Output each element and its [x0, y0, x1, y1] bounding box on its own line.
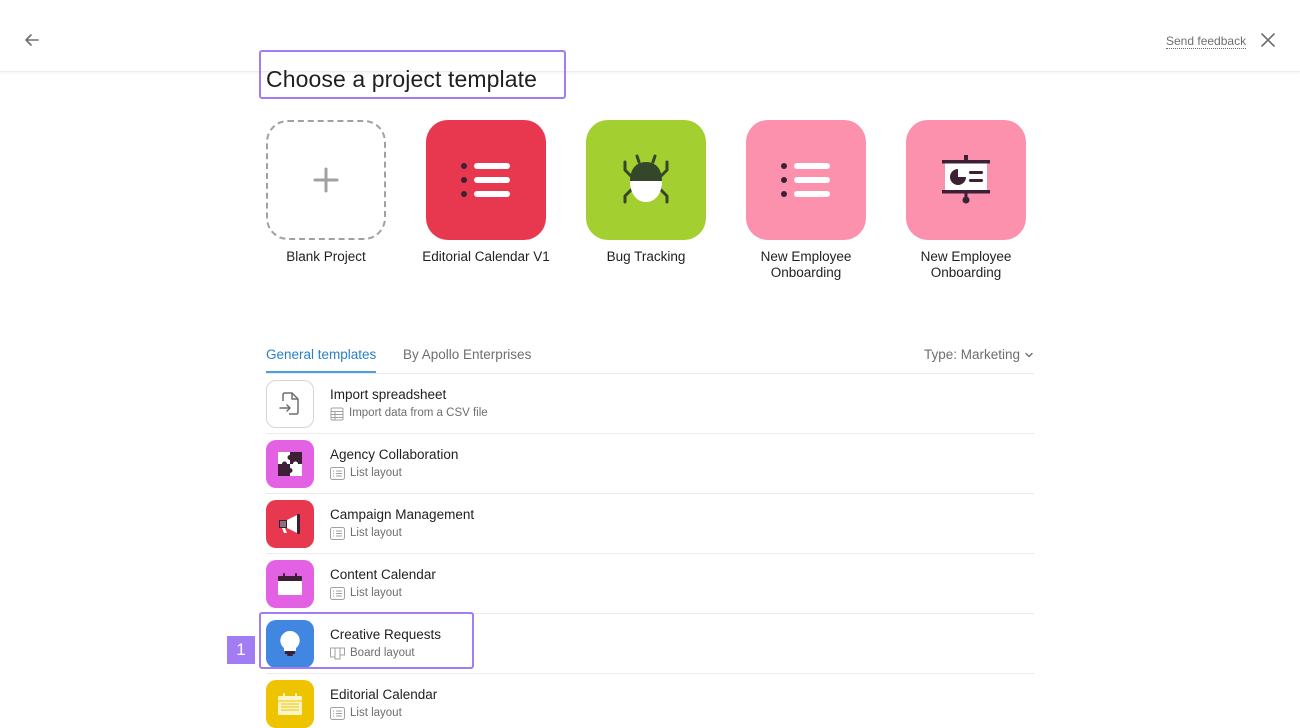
template-tabs: General templates By Apollo Enterprises …: [266, 338, 1034, 374]
row-icon: [266, 499, 314, 548]
plus-icon: [313, 167, 339, 193]
bug-icon: [623, 154, 669, 204]
tile-new-employee-onboarding-list[interactable]: New Employee Onboarding: [746, 120, 866, 281]
presentation-icon: [942, 155, 990, 204]
tile-icon: [266, 120, 386, 240]
calendar-icon: [278, 572, 302, 595]
template-row-content-calendar[interactable]: Content Calendar List layout: [266, 554, 1034, 614]
arrow-left-icon: [25, 34, 39, 46]
back-button[interactable]: [20, 28, 44, 52]
list-layout-icon: [330, 587, 345, 600]
tile-bug-tracking[interactable]: Bug Tracking: [586, 120, 706, 281]
tile-label: New Employee Onboarding: [760, 249, 852, 280]
type-filter-label: Type: Marketing: [923, 347, 1020, 362]
tile-icon: [906, 120, 1026, 240]
row-title: Agency Collaboration: [330, 447, 459, 462]
row-subtitle: List layout: [350, 527, 402, 539]
row-subtitle: Board layout: [350, 647, 415, 659]
tile-blank-project[interactable]: Blank Project: [266, 120, 386, 281]
row-subtitle: Import data from a CSV file: [349, 407, 488, 419]
list-icon: [461, 163, 510, 197]
list-layout-icon: [330, 527, 345, 540]
spreadsheet-icon: [330, 407, 344, 420]
top-bar: Send feedback: [0, 0, 1300, 72]
board-layout-icon: [330, 647, 345, 660]
row-title: Content Calendar: [330, 567, 436, 582]
import-file-icon: [279, 391, 299, 415]
tile-new-employee-onboarding-presentation[interactable]: New Employee Onboarding: [906, 120, 1026, 281]
tile-icon: [746, 120, 866, 240]
calendar-icon: [278, 692, 302, 715]
megaphone-icon: [279, 513, 300, 534]
tile-label: Bug Tracking: [606, 249, 686, 264]
annotation-badge: 1: [227, 636, 255, 664]
row-title: Editorial Calendar: [330, 687, 438, 702]
row-icon: [266, 439, 314, 488]
template-row-campaign-management[interactable]: Campaign Management List layout: [266, 494, 1034, 554]
template-row-agency-collaboration[interactable]: Agency Collaboration List layout: [266, 434, 1034, 494]
row-icon: [266, 559, 314, 608]
close-icon: [1261, 33, 1275, 47]
row-icon: [266, 379, 314, 428]
tile-icon: [426, 120, 546, 240]
puzzle-icon: [278, 451, 302, 476]
tab-general-templates[interactable]: General templates: [266, 347, 377, 373]
page-title: Choose a project template: [266, 66, 537, 92]
row-title: Creative Requests: [330, 627, 442, 642]
template-row-import-spreadsheet[interactable]: Import spreadsheet Import data from a CS…: [266, 374, 1034, 434]
tile-icon: [586, 120, 706, 240]
lightbulb-icon: [280, 630, 300, 656]
row-subtitle: List layout: [350, 467, 402, 479]
tile-editorial-calendar-v1[interactable]: Editorial Calendar V1: [422, 120, 550, 281]
recent-templates: Blank Project Editorial Calendar V1 Bug …: [266, 120, 1026, 281]
row-title: Campaign Management: [330, 507, 475, 522]
list-layout-icon: [330, 707, 345, 720]
close-button[interactable]: [1258, 30, 1278, 50]
type-filter-dropdown[interactable]: Type: Marketing: [924, 347, 1034, 362]
row-subtitle: List layout: [350, 707, 402, 719]
list-layout-icon: [330, 467, 345, 480]
template-row-editorial-calendar[interactable]: Editorial Calendar List layout: [266, 674, 1034, 728]
send-feedback-link[interactable]: Send feedback: [1166, 34, 1247, 49]
tile-label: New Employee Onboarding: [920, 249, 1012, 280]
row-subtitle: List layout: [350, 587, 402, 599]
template-list: Import spreadsheet Import data from a CS…: [266, 374, 1034, 728]
list-icon: [781, 163, 830, 197]
row-icon: [266, 619, 314, 668]
row-icon: [266, 679, 314, 728]
row-title: Import spreadsheet: [330, 387, 447, 402]
template-row-creative-requests[interactable]: Creative Requests Board layout: [266, 614, 1034, 674]
tile-label: Blank Project: [286, 249, 366, 264]
tile-label: Editorial Calendar V1: [422, 249, 550, 264]
tab-by-apollo-enterprises[interactable]: By Apollo Enterprises: [403, 347, 531, 362]
chevron-down-icon: [1025, 352, 1033, 357]
